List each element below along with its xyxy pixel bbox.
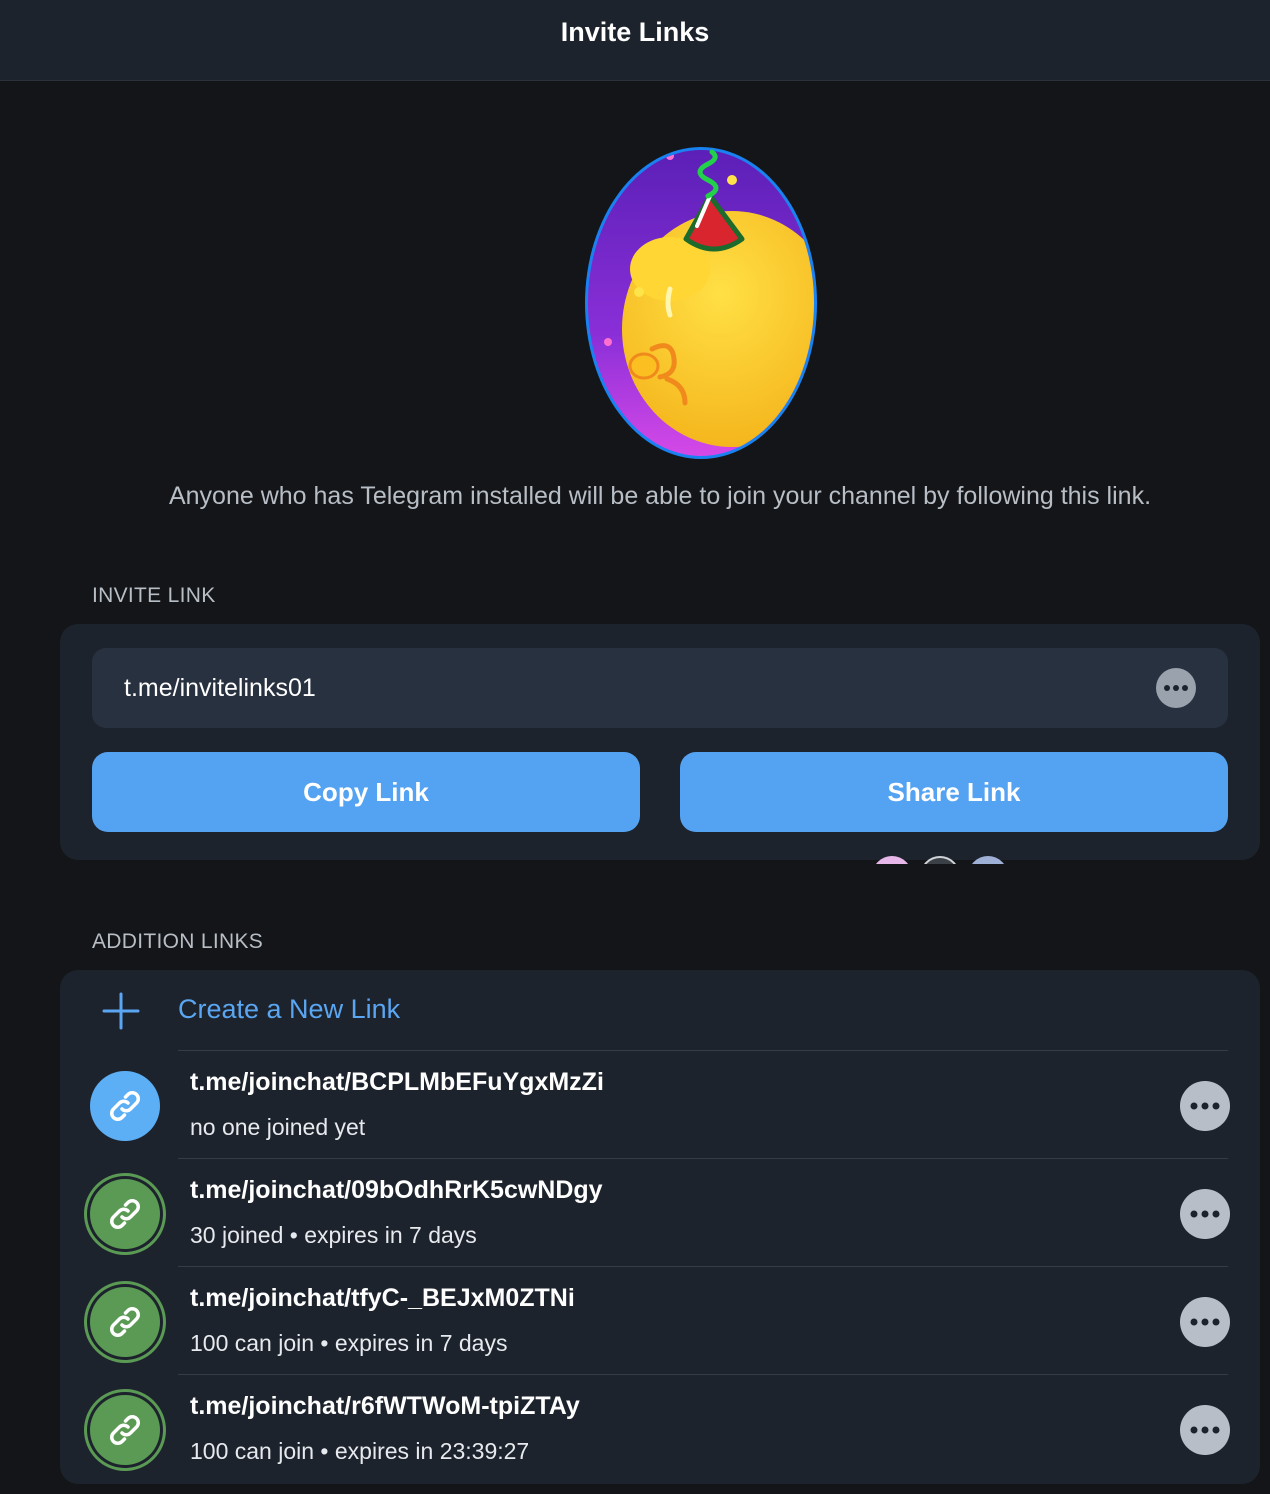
header-bar: Invite Links bbox=[0, 0, 1270, 81]
link-status: 30 joined • expires in 7 days bbox=[190, 1222, 477, 1248]
link-url: t.me/joinchat/tfyC-_BEJxM0ZTNi bbox=[190, 1284, 575, 1312]
avatar bbox=[968, 856, 1008, 864]
copy-link-button[interactable]: Copy Link bbox=[92, 752, 640, 832]
description-text: Anyone who has Telegram installed will b… bbox=[168, 482, 1152, 510]
more-options-icon[interactable] bbox=[1180, 1081, 1230, 1131]
invite-link-card: t.me/invitelinks01 Copy Link Share Link bbox=[60, 624, 1260, 864]
invite-link-more-icon[interactable] bbox=[1156, 668, 1196, 708]
link-icon bbox=[90, 1395, 160, 1465]
list-item[interactable]: t.me/joinchat/09bOdhRrK5cwNDgy 30 joined… bbox=[60, 1160, 1260, 1268]
link-status: 100 can join • expires in 23:39:27 bbox=[190, 1438, 530, 1464]
link-icon bbox=[90, 1179, 160, 1249]
addition-links-card: Create a New Link t.me/joinchat/BCPLMbEF… bbox=[60, 970, 1260, 1484]
divider bbox=[178, 1266, 1228, 1267]
addition-links-section-label: ADDITION LINKS bbox=[92, 930, 264, 953]
invite-link-url: t.me/invitelinks01 bbox=[124, 673, 316, 702]
avatar bbox=[920, 856, 960, 864]
link-status: 100 can join • expires in 7 days bbox=[190, 1330, 508, 1356]
more-options-icon[interactable] bbox=[1180, 1405, 1230, 1455]
link-status: no one joined yet bbox=[190, 1114, 366, 1140]
list-item[interactable]: t.me/joinchat/BCPLMbEFuYgxMzZi no one jo… bbox=[60, 1052, 1260, 1160]
list-item[interactable]: t.me/joinchat/tfyC-_BEJxM0ZTNi 100 can j… bbox=[60, 1268, 1260, 1376]
link-icon bbox=[90, 1071, 160, 1141]
link-url: t.me/joinchat/09bOdhRrK5cwNDgy bbox=[190, 1176, 603, 1204]
link-url: t.me/joinchat/BCPLMbEFuYgxMzZi bbox=[190, 1068, 604, 1096]
more-options-icon[interactable] bbox=[1180, 1189, 1230, 1239]
link-icon bbox=[90, 1287, 160, 1357]
list-item[interactable]: t.me/joinchat/r6fWTWoM-tpiZTAy 100 can j… bbox=[60, 1376, 1260, 1484]
link-url: t.me/joinchat/r6fWTWoM-tpiZTAy bbox=[190, 1392, 580, 1420]
page-title: Invite Links bbox=[560, 16, 710, 47]
joined-avatars bbox=[872, 856, 1012, 864]
share-link-button[interactable]: Share Link bbox=[680, 752, 1228, 832]
invite-description: Anyone who has Telegram installed will b… bbox=[0, 482, 1270, 511]
create-new-link-row[interactable]: Create a New Link bbox=[60, 970, 1260, 1052]
divider bbox=[178, 1374, 1228, 1375]
divider bbox=[178, 1158, 1228, 1159]
plus-icon bbox=[102, 992, 140, 1030]
invite-link-section-label: INVITE LINK bbox=[92, 584, 216, 607]
create-new-link-label: Create a New Link bbox=[178, 994, 401, 1024]
avatar bbox=[872, 856, 912, 864]
party-duck-sticker bbox=[582, 144, 820, 462]
more-options-icon[interactable] bbox=[1180, 1297, 1230, 1347]
invite-link-field[interactable]: t.me/invitelinks01 bbox=[92, 648, 1228, 728]
divider bbox=[178, 1050, 1228, 1051]
